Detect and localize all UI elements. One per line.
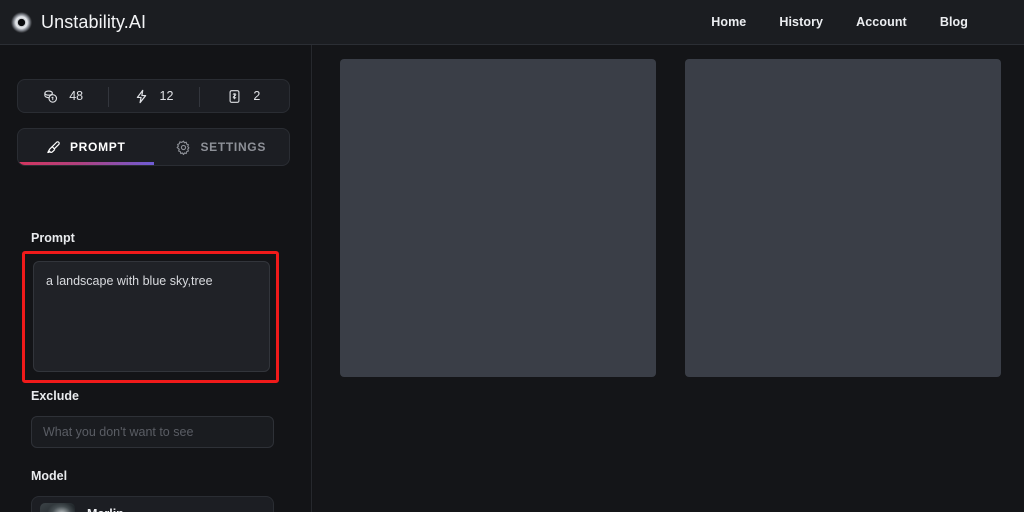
model-thumbnail: [40, 503, 75, 512]
stat-subscription-value: 2: [253, 89, 261, 103]
model-label: Model: [31, 469, 68, 483]
tab-settings-label: SETTINGS: [200, 140, 267, 154]
exclude-label: Exclude: [31, 389, 79, 403]
stat-boosts-value: 12: [159, 89, 174, 103]
lightning-bolt-icon: [134, 89, 149, 104]
sidebar-tabs: PROMPT SETTINGS: [17, 128, 290, 166]
model-info: Merlin Wide range of art styles: [87, 507, 253, 512]
tab-prompt-label: PROMPT: [69, 140, 126, 154]
model-name: Merlin: [87, 507, 253, 512]
prompt-input-value: a landscape with blue sky,tree: [46, 274, 213, 288]
exclude-input[interactable]: What you don't want to see: [31, 416, 274, 448]
image-result-1[interactable]: [340, 59, 656, 377]
app-root: Unstability.AI Home History Account Blog: [0, 0, 1024, 512]
credit-card-icon: [227, 89, 242, 104]
coins-icon: [43, 89, 58, 104]
tab-prompt[interactable]: PROMPT: [18, 129, 154, 165]
gear-icon: [176, 139, 191, 155]
swirl-logo-icon: [11, 11, 32, 33]
brush-icon: [46, 140, 61, 155]
prompt-input[interactable]: a landscape with blue sky,tree: [33, 261, 270, 372]
prompt-label: Prompt: [31, 231, 75, 245]
tab-settings[interactable]: SETTINGS: [154, 129, 290, 165]
stats-bar: 48 12 2: [17, 79, 290, 113]
stat-credits[interactable]: 48: [18, 80, 108, 112]
main-content: [313, 45, 1024, 512]
nav-link-history[interactable]: History: [779, 15, 823, 29]
stat-boosts[interactable]: 12: [108, 80, 198, 112]
top-header: Unstability.AI Home History Account Blog: [0, 0, 1024, 45]
nav-link-home[interactable]: Home: [711, 15, 746, 29]
stat-credits-value: 48: [69, 89, 84, 103]
main-nav: Home History Account Blog: [711, 15, 1024, 29]
nav-link-account[interactable]: Account: [856, 15, 907, 29]
left-sidebar: 48 12 2 PROMPT SETTINGS Prompt a landsca…: [0, 45, 312, 512]
nav-link-blog[interactable]: Blog: [940, 15, 968, 29]
exclude-input-placeholder: What you don't want to see: [43, 425, 194, 439]
model-selector[interactable]: Merlin Wide range of art styles: [31, 496, 274, 512]
tab-active-underline: [18, 162, 154, 165]
results-grid: [340, 59, 1001, 377]
image-result-2[interactable]: [685, 59, 1001, 377]
stat-subscription[interactable]: 2: [198, 80, 289, 112]
brand-name: Unstability.AI: [41, 11, 147, 32]
brand[interactable]: Unstability.AI: [0, 11, 147, 33]
